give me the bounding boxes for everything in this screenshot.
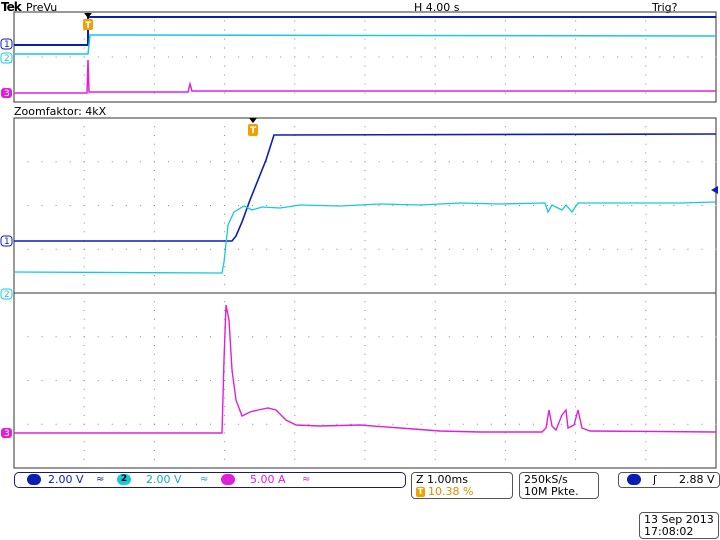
ch2-marker-label: 2 [4, 54, 10, 64]
ch1-zoom-ground-marker[interactable]: 1 [0, 235, 13, 247]
acquisition-panel[interactable]: 250kS/s 10M Pkte. [519, 472, 599, 499]
trigger-source-badge: 1 [627, 474, 641, 485]
ch2-badge[interactable]: 2 [117, 474, 131, 485]
trigger-level: 2.88 V [679, 473, 715, 486]
datetime-panel: 13 Sep 2013 17:08:02 [639, 512, 719, 539]
time: 17:08:02 [644, 525, 694, 538]
ch2-overview-trace [14, 34, 717, 55]
ch1-scale[interactable]: 2.00 V [48, 474, 84, 486]
overview-trigger-label: T [85, 21, 92, 31]
ch3-ground-marker[interactable]: 3 [1, 88, 12, 99]
ch2-zoom-ground-marker[interactable]: 2 [0, 288, 13, 300]
ch3-zoom-ground-marker[interactable]: 3 [1, 428, 12, 439]
ch3-bandwidth-icon: ≈ [302, 474, 311, 485]
channel-readout-bar: 1 2.00 V ≈ 2 2.00 V ≈ 3 5.00 A ≈ [14, 472, 406, 488]
overview-trigger-marker[interactable]: T [83, 13, 93, 31]
zoom-trigger-label: T [250, 126, 257, 136]
waveform-display[interactable]: 1 2 3 1 2 3 T T [0, 0, 720, 470]
ch3-zoom-marker-label: 3 [4, 429, 10, 439]
zoom-trigger-marker[interactable]: T [248, 118, 258, 136]
ch2-zoom-trace [13, 201, 717, 274]
ch2-bandwidth-icon: ≈ [200, 474, 209, 485]
zoom-grid [13, 117, 717, 469]
ch3-badge[interactable]: 3 [221, 474, 235, 485]
ch1-badge[interactable]: 1 [27, 474, 41, 485]
zoom-timebase-panel[interactable]: Z 1.00ms T 10.38 % [411, 472, 513, 499]
ch1-zoom-marker-label: 1 [4, 237, 10, 247]
record-length: 10M Pkte. [524, 485, 579, 498]
ch1-ground-marker[interactable]: 1 [0, 38, 13, 50]
trigger-panel[interactable]: 1 ʃ 2.88 V [618, 472, 720, 488]
trigger-slope-icon: ʃ [653, 473, 657, 486]
ch3-zoom-trace [14, 304, 717, 434]
trigger-level-arrow[interactable] [711, 186, 718, 194]
waveform-traces [13, 16, 717, 434]
trigger-position-icon: T [416, 487, 425, 497]
ch2-zoom-marker-label: 2 [4, 290, 10, 300]
ch1-bandwidth-icon: ≈ [96, 474, 105, 485]
ch3-marker-label: 3 [4, 89, 10, 99]
trigger-position: 10.38 % [428, 485, 474, 498]
ch3-overview-trace [14, 59, 716, 94]
ch1-marker-label: 1 [4, 40, 10, 50]
ch2-scale[interactable]: 2.00 V [146, 474, 182, 486]
overview-grid [13, 11, 717, 103]
ch2-ground-marker[interactable]: 2 [0, 52, 13, 64]
ch3-scale[interactable]: 5.00 A [250, 474, 286, 486]
